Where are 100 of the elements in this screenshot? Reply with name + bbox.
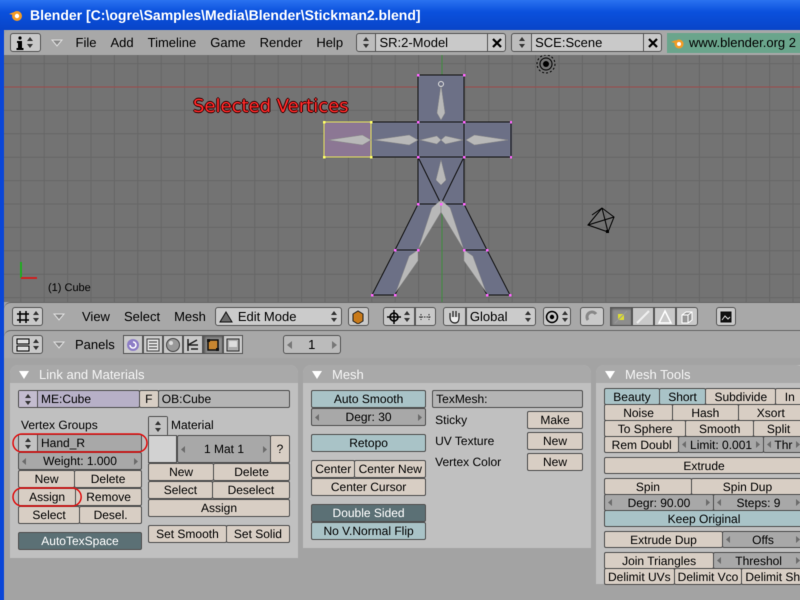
browse-button[interactable] <box>356 33 376 52</box>
panel-button[interactable]: Center <box>311 460 356 478</box>
number-field[interactable]: Limit: 0.001 <box>678 436 764 453</box>
window-type-button[interactable] <box>10 33 41 52</box>
scene-selector-field[interactable]: SCE:Scene <box>532 33 644 52</box>
panel-button[interactable]: Delete <box>74 470 142 488</box>
widget-button[interactable] <box>414 307 436 326</box>
text-field[interactable]: OB:Cube <box>158 390 290 408</box>
pivot-button[interactable] <box>382 307 415 326</box>
panel-button[interactable]: Join Triangles <box>604 552 714 569</box>
panel-button[interactable]: Set Smooth <box>148 525 227 543</box>
frame-number-field[interactable]: 1 <box>282 335 341 354</box>
panel-button[interactable]: New <box>148 463 214 481</box>
panel-button[interactable]: ? <box>270 435 290 463</box>
number-field[interactable]: Weight: 1.000 <box>18 452 142 470</box>
panel-button[interactable]: Extrude Dup <box>604 531 723 548</box>
snap-button[interactable] <box>580 307 604 326</box>
menu-item[interactable]: Add <box>103 35 141 50</box>
number-field[interactable]: Threshol <box>713 552 800 569</box>
panel-button[interactable]: Smooth <box>685 420 754 437</box>
website-link[interactable]: www.blender.org 2 <box>689 35 796 50</box>
panel-button[interactable]: Delimit Sh <box>741 568 800 585</box>
context-tab[interactable] <box>142 335 163 354</box>
panel-button[interactable]: F <box>138 390 159 408</box>
context-tab[interactable] <box>122 335 143 354</box>
close-button[interactable] <box>487 33 506 52</box>
panel-button[interactable]: Rem Doubl <box>604 436 680 453</box>
render-preview-button[interactable] <box>716 307 736 326</box>
number-field[interactable]: 1 Mat 1 <box>177 435 271 463</box>
panel-button[interactable]: Make <box>527 411 583 429</box>
occlude-button[interactable] <box>676 307 698 326</box>
context-tab[interactable] <box>202 335 223 354</box>
select-mode-button[interactable] <box>610 307 632 326</box>
dropdown-menu[interactable]: Hand_R <box>18 434 142 452</box>
panel-button[interactable]: To Sphere <box>604 420 686 437</box>
panel-button[interactable]: In <box>775 388 800 405</box>
color-swatch[interactable] <box>148 435 177 463</box>
menu-item[interactable]: File <box>68 35 104 50</box>
window-type-button[interactable] <box>12 335 43 354</box>
panel-button[interactable]: Desel. <box>79 506 142 524</box>
select-mode-button[interactable] <box>654 307 676 326</box>
toggle-button[interactable]: Retopo <box>311 434 426 452</box>
panel-button[interactable]: Select <box>148 481 213 499</box>
panel-button[interactable]: Xsort <box>738 404 800 421</box>
orientation-dropdown[interactable]: Global <box>466 307 536 326</box>
panel-button[interactable]: New <box>527 432 583 450</box>
menu-item[interactable]: Select <box>116 309 168 324</box>
panel-button[interactable]: Hash <box>672 404 739 421</box>
toggle-button[interactable]: Double Sided <box>311 504 426 522</box>
panel-button[interactable]: Set Solid <box>226 525 290 543</box>
mode-dropdown[interactable]: Edit Mode <box>214 307 342 326</box>
number-field[interactable]: Offs <box>722 531 800 548</box>
datablock-field[interactable]: ME:Cube <box>18 390 140 408</box>
panel-button[interactable]: Subdivide <box>705 388 776 405</box>
panel-button[interactable]: Deselect <box>212 481 290 499</box>
menu-item[interactable]: Timeline <box>140 35 204 50</box>
browse-button[interactable] <box>511 33 532 52</box>
panel-button[interactable]: Delimit Vco <box>674 568 742 585</box>
close-button[interactable] <box>643 33 662 52</box>
menu-item[interactable]: Help <box>309 35 350 50</box>
context-tab[interactable] <box>222 335 243 354</box>
toggle-button[interactable]: AutoTexSpace <box>18 532 142 550</box>
draw-type-button[interactable] <box>348 307 369 326</box>
dropdown-menu[interactable] <box>148 416 168 436</box>
window-type-button[interactable] <box>12 307 43 326</box>
panel-button[interactable]: New <box>18 470 76 488</box>
number-field[interactable]: Steps: 9 <box>712 494 800 511</box>
toggle-button[interactable]: Auto Smooth <box>311 390 426 408</box>
panel-button[interactable]: Assign <box>148 499 290 517</box>
menu-item[interactable]: Mesh <box>167 309 213 324</box>
panel-button[interactable]: Extrude <box>604 457 800 474</box>
number-field[interactable]: Degr: 30 <box>311 408 426 426</box>
context-tab[interactable] <box>162 335 183 354</box>
panel-button[interactable]: Center New <box>354 460 426 478</box>
menu-item[interactable]: Game <box>203 35 253 50</box>
panel-button[interactable]: Remove <box>75 488 142 506</box>
context-tab[interactable] <box>182 335 203 354</box>
menu-item[interactable]: View <box>75 309 117 324</box>
transform-hand-button[interactable] <box>442 307 466 326</box>
text-field[interactable]: TexMesh: <box>432 390 583 408</box>
select-mode-button[interactable] <box>632 307 654 326</box>
toggle-button[interactable]: Keep Original <box>604 510 800 527</box>
panel-button[interactable]: New <box>527 453 583 471</box>
panel-button[interactable]: Split <box>753 420 800 437</box>
panel-button[interactable]: Spin Dup <box>690 478 800 495</box>
menu-item[interactable]: Render <box>252 35 310 50</box>
screen-selector-field[interactable]: SR:2-Model <box>376 33 488 52</box>
proportional-edit-button[interactable] <box>542 307 571 326</box>
toggle-button[interactable]: No V.Normal Flip <box>311 522 426 540</box>
toggle-button[interactable]: Beauty <box>604 388 660 405</box>
panel-button[interactable]: Assign <box>18 488 76 506</box>
panel-button[interactable]: Delimit UVs <box>604 568 675 585</box>
panel-button[interactable]: Spin <box>604 478 692 495</box>
number-field[interactable]: Thr <box>762 436 800 453</box>
panel-button[interactable]: Noise <box>604 404 674 421</box>
number-field[interactable]: Degr: 90.00 <box>604 494 714 511</box>
panel-button[interactable]: Center Cursor <box>311 478 426 496</box>
panel-button[interactable]: Delete <box>213 463 290 481</box>
panel-button[interactable]: Select <box>18 506 80 524</box>
toggle-button[interactable]: Short <box>658 388 706 405</box>
